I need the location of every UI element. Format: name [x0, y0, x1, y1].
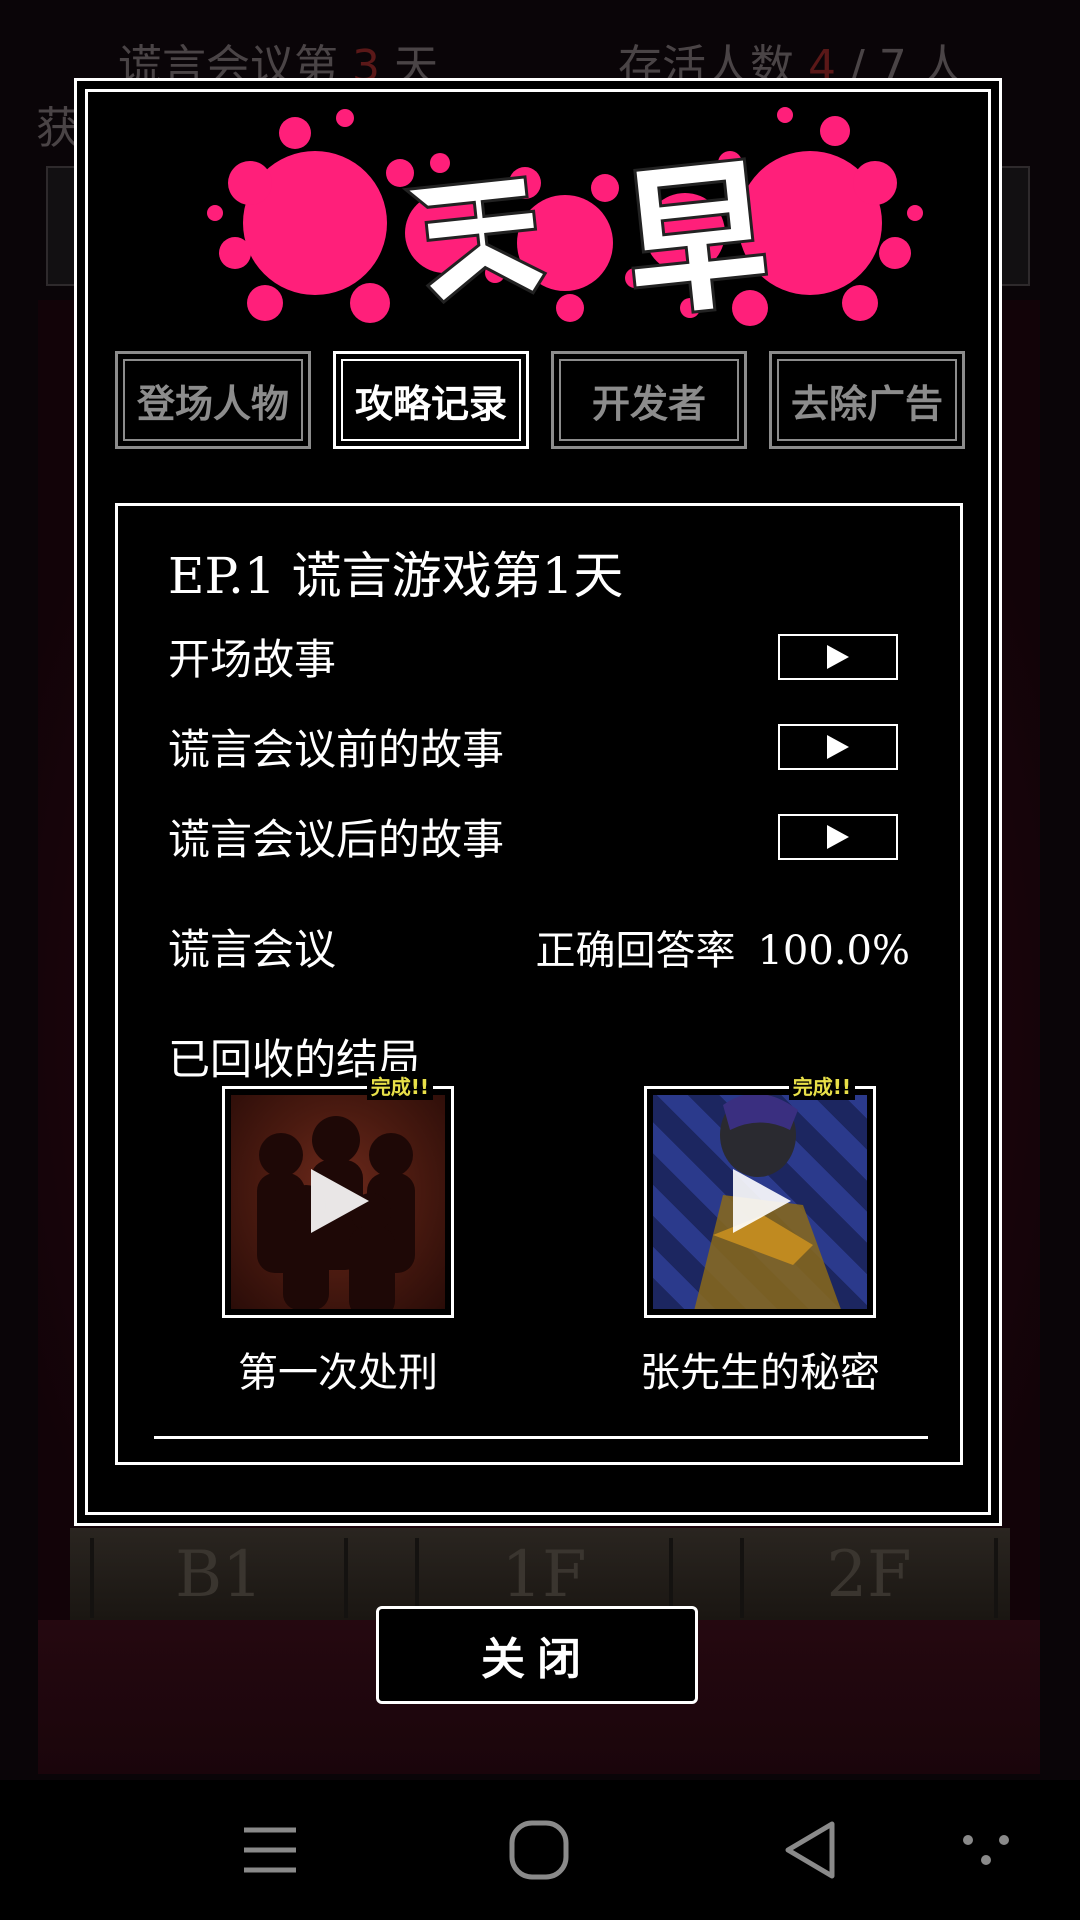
- divider: [154, 1436, 928, 1439]
- story-before-meeting-play-button[interactable]: [778, 724, 898, 770]
- ending-mr-zhang-secret-thumbnail[interactable]: 完成!!: [644, 1071, 876, 1318]
- episode-title: EP.1 谎言游戏第1天: [168, 547, 624, 605]
- completed-badge: 完成!!: [788, 1071, 855, 1100]
- menu-dialog: 登场人物 攻略记录 开发者 去除广告 EP.1 谎言游戏第1天 开场故事 谎言会…: [74, 78, 1002, 1526]
- accuracy-value: 100.0%: [757, 928, 910, 974]
- play-icon: [827, 645, 849, 669]
- tab-developer[interactable]: 开发者: [551, 351, 747, 449]
- floor-b1: B1: [90, 1538, 348, 1618]
- tab-characters[interactable]: 登场人物: [115, 351, 311, 449]
- ending-label: 第一次处刑: [238, 1350, 438, 1396]
- menu-icon[interactable]: [242, 1820, 298, 1880]
- play-icon: [827, 825, 849, 849]
- accuracy-label: 正确回答率: [535, 928, 736, 974]
- ending-item: 完成!! 第一次处刑: [188, 1071, 488, 1398]
- play-icon: [827, 735, 849, 759]
- play-icon: [311, 1169, 369, 1233]
- ending-first-execution-thumbnail[interactable]: 完成!!: [222, 1071, 454, 1318]
- more-icon[interactable]: [960, 1820, 1012, 1880]
- menu-title-logo: [207, 107, 923, 326]
- story-after-meeting-play-button[interactable]: [778, 814, 898, 860]
- tab-remove-ads[interactable]: 去除广告: [769, 351, 965, 449]
- accuracy-rate: 正确回答率 100.0%: [535, 918, 910, 976]
- story-before-meeting-label: 谎言会议前的故事: [168, 725, 505, 774]
- back-icon[interactable]: [782, 1820, 838, 1880]
- ending-label: 张先生的秘密: [640, 1350, 880, 1396]
- completed-badge: 完成!!: [366, 1071, 433, 1100]
- close-button[interactable]: 关闭: [376, 1606, 698, 1704]
- story-after-meeting-label: 谎言会议后的故事: [168, 815, 505, 864]
- floor-2f: 2F: [740, 1538, 998, 1618]
- menu-tabs: 登场人物 攻略记录 开发者 去除广告: [115, 351, 965, 451]
- story-opening-play-button[interactable]: [778, 634, 898, 680]
- episode-record-panel: EP.1 谎言游戏第1天 开场故事 谎言会议前的故事 谎言会议后的故事 谎言会议…: [115, 503, 963, 1465]
- ending-item: 完成!! 张先生的秘密: [610, 1071, 910, 1398]
- tab-walkthrough-record[interactable]: 攻略记录: [333, 351, 529, 449]
- home-icon[interactable]: [508, 1820, 570, 1880]
- play-icon: [733, 1169, 791, 1233]
- meeting-label: 谎言会议: [168, 925, 337, 974]
- story-opening-label: 开场故事: [168, 635, 337, 684]
- system-navigation-bar: [0, 1780, 1080, 1920]
